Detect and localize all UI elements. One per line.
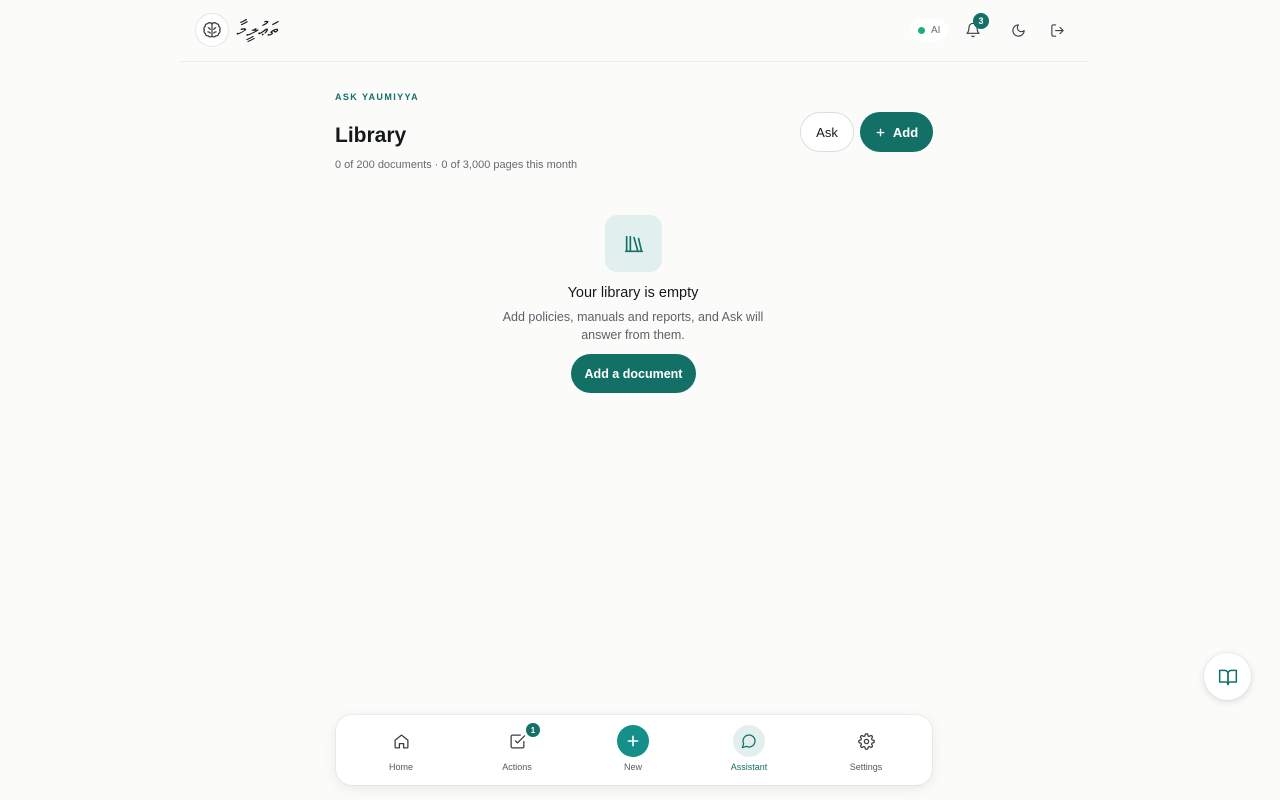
docs-floating-button[interactable] (1204, 653, 1251, 700)
top-bar: ތަޢުލީމާ AI 3 (180, 0, 1087, 62)
plus-icon (876, 128, 885, 136)
logout-icon (1050, 23, 1064, 37)
logo-wordmark: ތަޢުލީމާ (236, 17, 279, 41)
moon-icon (1011, 23, 1025, 37)
nav-item-new[interactable]: New (593, 715, 673, 785)
empty-library-icon-tile (605, 215, 662, 272)
ask-button-label: Ask (816, 124, 838, 140)
nav-label-actions: Actions (502, 762, 532, 772)
ask-button[interactable]: Ask (800, 112, 854, 152)
nav-label-settings: Settings (849, 762, 883, 772)
gear-icon (857, 732, 875, 750)
nav-new-icon-wrap (617, 725, 649, 757)
chat-bubble-icon (741, 734, 756, 749)
brain-icon (203, 22, 221, 38)
nav-label-assistant: Assistant (730, 762, 768, 772)
home-icon (393, 733, 409, 749)
empty-state-title: Your library is empty (567, 285, 699, 301)
nav-label-new: New (623, 762, 642, 772)
nav-item-settings[interactable]: Settings (826, 715, 906, 785)
empty-state-description: Add policies, manuals and reports, and A… (502, 310, 764, 342)
ai-status-label: AI (931, 24, 941, 36)
add-document-button[interactable]: Add a document (571, 354, 696, 393)
checkbox-icon (509, 733, 525, 749)
bottom-navigation: Home 1 Actions New Assistant Settings (336, 715, 932, 785)
section-eyebrow: ASK YAUMIYYA (335, 92, 419, 102)
nav-item-actions[interactable]: 1 Actions (477, 715, 557, 785)
nav-assistant-icon-wrap (733, 725, 765, 757)
nav-settings-icon-wrap (850, 725, 882, 757)
logout-button[interactable] (1043, 16, 1071, 44)
actions-count-badge: 1 (526, 723, 540, 737)
add-document-label: Add a document (584, 366, 683, 381)
ai-status-pill[interactable]: AI (910, 19, 949, 41)
nav-home-icon-wrap (385, 725, 417, 757)
status-dot-icon (918, 26, 925, 34)
notification-count-badge: 3 (973, 13, 989, 29)
library-books-icon (624, 235, 643, 252)
logo-badge[interactable] (195, 13, 229, 47)
theme-toggle-button[interactable] (1004, 16, 1032, 44)
nav-item-assistant[interactable]: Assistant (709, 715, 789, 785)
add-button[interactable]: Add (860, 112, 933, 152)
nav-item-home[interactable]: Home (361, 715, 441, 785)
plus-icon (627, 735, 639, 747)
usage-summary: 0 of 200 documents · 0 of 3,000 pages th… (335, 159, 578, 171)
page-title: Library (335, 124, 407, 147)
open-book-icon (1218, 669, 1237, 685)
notifications-button[interactable]: 3 (959, 13, 989, 44)
nav-label-home: Home (388, 762, 413, 772)
add-button-label: Add (892, 124, 919, 140)
